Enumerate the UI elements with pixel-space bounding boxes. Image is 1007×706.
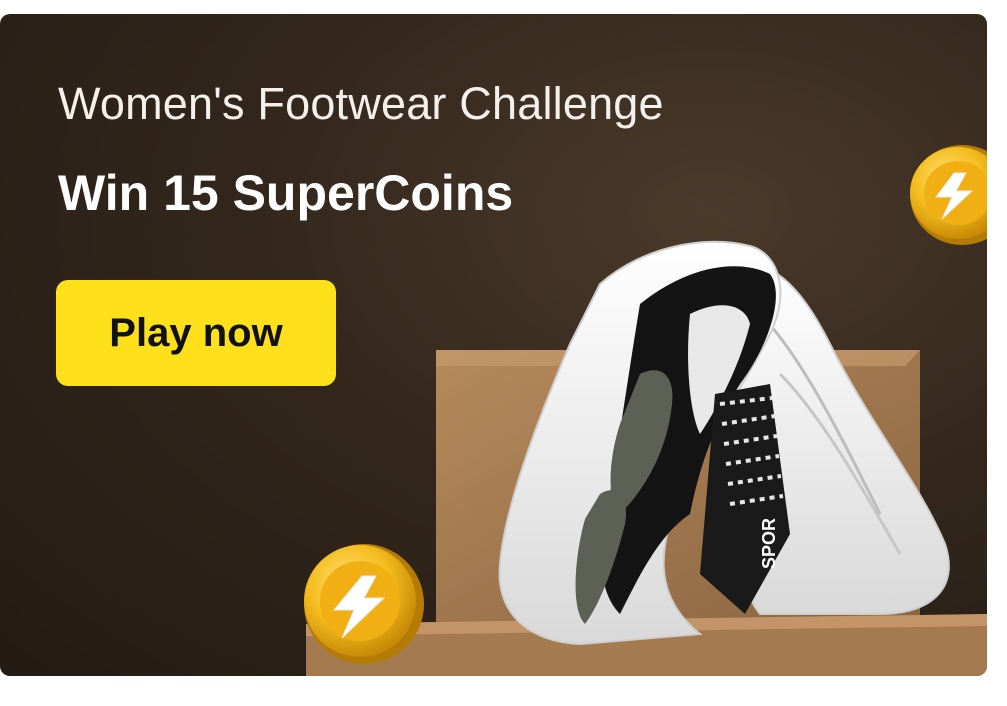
sneaker-image: SPOR [498, 240, 950, 646]
reward-subtitle: Win 15 SuperCoins [58, 165, 514, 221]
shoe-brand-text: SPOR [759, 518, 779, 569]
challenge-title: Women's Footwear Challenge [58, 78, 664, 129]
promo-banner[interactable]: SPOR Women's Footwear Challenge Win 15 S… [0, 14, 987, 676]
play-now-button[interactable]: Play now [56, 280, 336, 386]
supercoin-icon [910, 145, 987, 245]
supercoin-icon [304, 544, 424, 664]
